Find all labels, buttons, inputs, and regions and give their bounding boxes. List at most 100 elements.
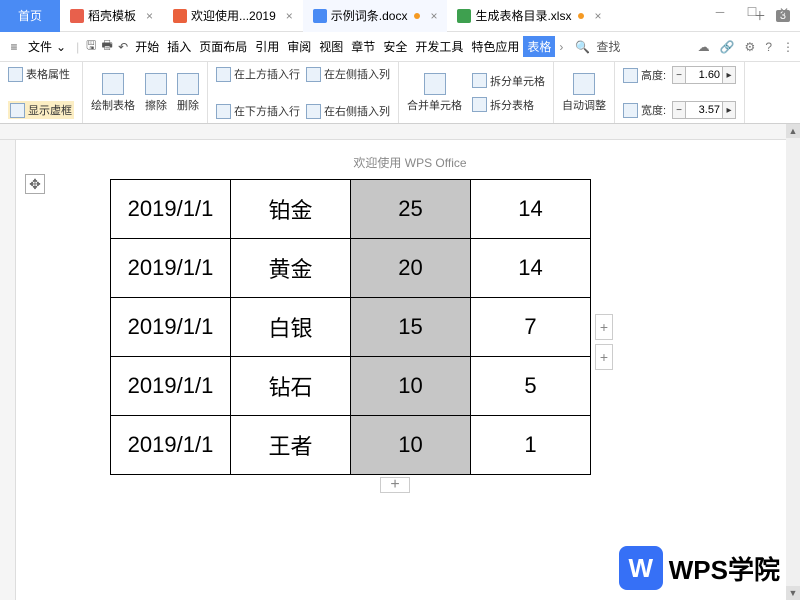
share-icon[interactable]: 🔗 <box>720 40 735 54</box>
file-label: 文件 <box>28 38 52 55</box>
table-row: 2019/1/1铂金2514 <box>111 180 591 239</box>
sheet-icon <box>457 9 471 23</box>
show-gridlines-button[interactable]: 显示虚框 <box>8 101 74 119</box>
split-table-button[interactable]: 拆分表格 <box>472 97 545 113</box>
erase-icon <box>145 73 167 95</box>
col-width-input[interactable]: −▸ <box>672 101 736 119</box>
col-width-label: 宽度: <box>623 102 666 118</box>
split-cell-button[interactable]: 拆分单元格 <box>472 73 545 89</box>
ribbon: 表格属性 显示虚框 绘制表格 擦除 删除 在上方插入行 在左侧插入列 在下方插入… <box>0 62 800 124</box>
document-canvas[interactable]: ▲ ▼ 欢迎使用 WPS Office ✥ 2019/1/1铂金2514 201… <box>0 124 800 600</box>
ppt-icon <box>173 9 187 23</box>
print-icon[interactable]: 🖶 <box>99 39 115 55</box>
menu-layout[interactable]: 页面布局 <box>195 38 251 55</box>
menu-table[interactable]: 表格 <box>523 36 555 57</box>
win-close[interactable]: ✕ <box>768 0 800 24</box>
label: 自动调整 <box>562 97 606 113</box>
table-row: 2019/1/1王者101 <box>111 416 591 475</box>
label: 宽度: <box>641 102 666 118</box>
close-icon[interactable]: × <box>430 9 437 23</box>
chevron-right-icon[interactable]: › <box>559 40 563 54</box>
tab-doc[interactable]: 示例词条.docx × <box>303 0 448 32</box>
erase-button[interactable]: 擦除 <box>145 73 167 113</box>
search-icon[interactable]: 🔍 <box>575 40 590 54</box>
menu-review[interactable]: 审阅 <box>283 38 315 55</box>
split-tbl-icon <box>472 97 487 112</box>
file-menu[interactable]: 文件⌄ <box>22 38 72 55</box>
merge-cells-button[interactable]: 合并单元格 <box>407 73 462 113</box>
tab-home-label: 首页 <box>18 7 42 24</box>
undo-icon[interactable]: ↶ <box>115 39 131 55</box>
width-icon <box>623 103 638 118</box>
data-table[interactable]: 2019/1/1铂金2514 2019/1/1黄金2014 2019/1/1白银… <box>110 179 591 475</box>
table-row: 2019/1/1钻石105 <box>111 357 591 416</box>
menu-view[interactable]: 视图 <box>315 38 347 55</box>
tab-home[interactable]: 首页 <box>0 0 60 32</box>
menu-safe[interactable]: 安全 <box>379 38 411 55</box>
word-icon <box>313 9 327 23</box>
save-icon[interactable]: 🖫 <box>83 39 99 55</box>
menu-insert[interactable]: 插入 <box>163 38 195 55</box>
insert-col-right-button[interactable]: 在右侧插入列 <box>306 103 390 119</box>
col-right-icon <box>306 104 321 119</box>
merge-icon <box>424 73 446 95</box>
height-icon <box>623 68 638 83</box>
draw-icon <box>102 73 124 95</box>
insert-row-above-button[interactable]: 在上方插入行 <box>216 66 300 82</box>
search-label[interactable]: 查找 <box>596 38 620 55</box>
vertical-scrollbar[interactable]: ▲ ▼ <box>786 124 800 600</box>
label: 在左侧插入列 <box>324 66 390 82</box>
tab-welcome[interactable]: 欢迎使用...2019 × <box>163 0 303 32</box>
help-icon[interactable]: ? <box>765 40 772 54</box>
props-icon <box>8 67 23 82</box>
insert-col-left-button[interactable]: 在左侧插入列 <box>306 66 390 82</box>
table-row: 2019/1/1黄金2014 <box>111 239 591 298</box>
autofit-icon <box>573 73 595 95</box>
close-icon[interactable]: × <box>594 9 601 23</box>
more-icon[interactable]: ⋮ <box>782 40 794 54</box>
tab-template[interactable]: 稻壳模板× <box>60 0 163 32</box>
delete-icon <box>177 73 199 95</box>
label: 在上方插入行 <box>234 66 300 82</box>
label: 在右侧插入列 <box>324 103 390 119</box>
win-max[interactable]: ☐ <box>736 0 768 24</box>
menu-start[interactable]: 开始 <box>131 38 163 55</box>
add-column-button[interactable]: + <box>595 314 613 340</box>
insert-row-below-button[interactable]: 在下方插入行 <box>216 103 300 119</box>
tab-label: 示例词条.docx <box>331 7 408 24</box>
draw-table-button[interactable]: 绘制表格 <box>91 73 135 113</box>
menu-icon[interactable]: ≡ <box>6 39 22 55</box>
menu-chapter[interactable]: 章节 <box>347 38 379 55</box>
table-props-button[interactable]: 表格属性 <box>8 66 74 82</box>
label: 拆分表格 <box>490 97 534 113</box>
scroll-up-icon[interactable]: ▲ <box>786 124 800 138</box>
label: 在下方插入行 <box>234 103 300 119</box>
row-height-input[interactable]: −▸ <box>672 66 736 84</box>
menu-dev[interactable]: 开发工具 <box>411 38 467 55</box>
menu-ref[interactable]: 引用 <box>251 38 283 55</box>
add-row-button[interactable]: + <box>380 477 410 493</box>
wps-logo-text: WPS学院 <box>669 550 780 587</box>
ruler-vertical <box>0 140 16 600</box>
tab-xlsx[interactable]: 生成表格目录.xlsx × <box>447 0 611 32</box>
win-min[interactable]: ─ <box>704 0 736 24</box>
autofit-button[interactable]: 自动调整 <box>562 73 606 113</box>
add-column-button[interactable]: + <box>595 344 613 370</box>
document-tabs: 首页 稻壳模板× 欢迎使用...2019 × 示例词条.docx × 生成表格目录.… <box>0 0 800 32</box>
ruler-horizontal <box>0 124 800 140</box>
table-move-handle[interactable]: ✥ <box>25 174 45 194</box>
row-up-icon <box>216 67 231 82</box>
scroll-down-icon[interactable]: ▼ <box>786 586 800 600</box>
settings-icon[interactable]: ⚙ <box>745 40 756 54</box>
cloud-icon[interactable]: ☁ <box>698 40 710 54</box>
tab-label: 欢迎使用...2019 <box>191 7 276 24</box>
delete-button[interactable]: 删除 <box>177 73 199 113</box>
tab-label: 生成表格目录.xlsx <box>475 7 571 24</box>
menu-special[interactable]: 特色应用 <box>467 38 523 55</box>
close-icon[interactable]: × <box>286 9 293 23</box>
close-icon[interactable]: × <box>146 9 153 23</box>
col-left-icon <box>306 67 321 82</box>
label: 高度: <box>641 67 666 83</box>
split-cell-icon <box>472 73 487 88</box>
modified-dot-icon <box>578 13 584 19</box>
